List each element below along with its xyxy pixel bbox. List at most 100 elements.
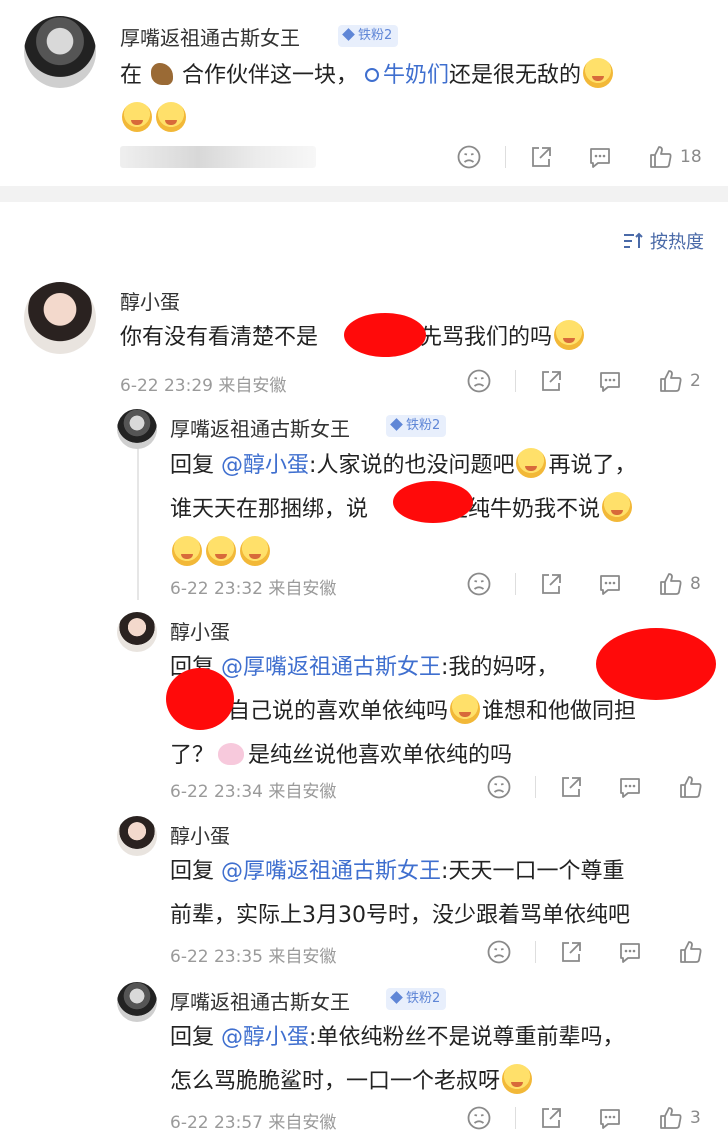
reply-dislike-button[interactable] — [466, 570, 492, 598]
comment-reply-button[interactable] — [597, 367, 623, 395]
tongue-emoji-icon — [240, 536, 270, 566]
reply-text-part: 了？ — [170, 743, 215, 768]
reply-comment-button[interactable] — [617, 938, 643, 966]
comment-icon — [600, 1109, 620, 1129]
share-icon — [562, 942, 581, 962]
mention-link[interactable]: @醇小蛋 — [221, 453, 309, 478]
mention-link[interactable]: @醇小蛋 — [221, 1025, 309, 1050]
mention-link[interactable]: @厚嘴返祖通古斯女王 — [221, 655, 441, 680]
post-author-name[interactable]: 厚嘴返祖通古斯女王 — [120, 22, 300, 51]
reply-text-part: 自己说的喜欢单依纯吗 — [228, 699, 449, 724]
reply-text: 回复 @厚嘴返祖通古斯女王:天天一口一个尊重 前辈，实际上3月30号时，没少跟着… — [170, 850, 718, 938]
comment-like-button[interactable]: 2 — [658, 367, 701, 395]
crying-emoji-icon — [516, 448, 547, 478]
reply-meta: 6-22 23:32 来自安徽 — [170, 579, 337, 599]
reply-text-part: 是纯丝说他喜欢单依纯的吗 — [248, 743, 513, 768]
post-share-button[interactable] — [528, 143, 554, 171]
dislike-icon — [467, 369, 491, 393]
badge-diamond-icon — [342, 28, 355, 41]
badge-diamond-icon — [390, 418, 403, 431]
reply-text-part: :天天一口一个尊重 — [441, 859, 625, 884]
comment-text-part: 你有没有看清楚不是 — [120, 325, 319, 350]
reply-author-name[interactable]: 醇小蛋 — [170, 616, 230, 645]
post-author-avatar[interactable] — [24, 16, 96, 88]
reply-dislike-button[interactable] — [486, 773, 512, 801]
divider — [515, 573, 516, 595]
reply-text-part: :单依纯粉丝不是说尊重前辈吗， — [309, 1025, 625, 1050]
reply-dislike-button[interactable] — [486, 938, 512, 966]
reply-text: 回复 @醇小蛋:单依纯粉丝不是说尊重前辈吗， 怎么骂脆脆鲨时，一口一个老叔呀 — [170, 1016, 718, 1104]
reply-meta: 6-22 23:35 来自安徽 — [170, 947, 337, 967]
sort-by-hot-button[interactable]: 按热度 — [622, 228, 704, 254]
share-icon — [542, 371, 561, 391]
thread-line — [137, 448, 139, 600]
reply-author-name[interactable]: 醇小蛋 — [170, 820, 230, 849]
post-dislike-button[interactable] — [456, 143, 482, 171]
post-blurred-meta — [120, 146, 316, 168]
reply-meta: 6-22 23:34 来自安徽 — [170, 782, 337, 802]
post-comment-button[interactable] — [587, 143, 613, 171]
tongue-emoji-icon — [502, 1064, 533, 1094]
comment-icon — [590, 148, 610, 168]
dislike-icon — [487, 775, 511, 799]
reply-fan-badge[interactable]: 铁粉2 — [386, 415, 447, 437]
reply-like-button[interactable]: 3 — [658, 1104, 701, 1132]
pleading-emoji-icon — [156, 102, 186, 132]
post-card: 厚嘴返祖通古斯女王 铁粉2 在 合作伙伴这一块， 牛奶们还是很无敌的 18 — [0, 0, 728, 186]
like-icon — [680, 776, 702, 798]
like-icon — [680, 941, 702, 963]
reply-author-avatar[interactable] — [117, 409, 157, 449]
reply-author-avatar[interactable] — [117, 982, 157, 1022]
reply-comment-button[interactable] — [597, 1104, 623, 1132]
reply-comment-button[interactable] — [597, 570, 623, 598]
reply-prefix: 回复 — [170, 453, 215, 478]
share-icon — [532, 147, 551, 167]
redaction-mark — [344, 313, 426, 357]
reply-dislike-button[interactable] — [466, 1104, 492, 1132]
divider — [535, 776, 536, 798]
reply-text-part: :人家说的也没问题吧 — [309, 453, 515, 478]
reply-text-part: :我的妈呀， — [441, 655, 559, 680]
comment-author-avatar[interactable] — [24, 282, 96, 354]
redaction-mark — [393, 481, 473, 523]
post-like-button[interactable]: 18 — [648, 143, 702, 171]
reply-fan-badge[interactable]: 铁粉2 — [386, 988, 447, 1010]
dislike-icon — [467, 1106, 491, 1130]
reply-like-button[interactable] — [678, 938, 704, 966]
reply-like-button[interactable]: 8 — [658, 570, 701, 598]
dislike-icon — [457, 145, 481, 169]
reply-text-part: 谁想和他做同担 — [482, 699, 637, 724]
like-icon — [650, 146, 672, 168]
reply-author-avatar[interactable] — [117, 816, 157, 856]
badge-label: 铁粉2 — [406, 418, 441, 433]
reply-author-name[interactable]: 厚嘴返祖通古斯女王 — [170, 413, 350, 442]
tears-of-joy-emoji-icon — [450, 694, 481, 724]
crying-emoji-icon — [602, 492, 633, 522]
reply-author-avatar[interactable] — [117, 612, 157, 652]
badge-diamond-icon — [390, 991, 403, 1004]
topic-link[interactable]: 牛奶们 — [365, 63, 449, 88]
comment-author-name[interactable]: 醇小蛋 — [120, 286, 180, 315]
reply-meta: 6-22 23:57 来自安徽 — [170, 1113, 337, 1133]
mention-link[interactable]: @厚嘴返祖通古斯女王 — [221, 859, 441, 884]
reply-share-button[interactable] — [538, 570, 564, 598]
comment-dislike-button[interactable] — [466, 367, 492, 395]
reply-share-button[interactable] — [558, 773, 584, 801]
comment-share-button[interactable] — [538, 367, 564, 395]
post-text-suffix: 还是很无敌的 — [449, 63, 582, 88]
tears-of-joy-emoji-icon — [554, 320, 585, 350]
comment-icon — [600, 372, 620, 392]
reply-comment-button[interactable] — [617, 773, 643, 801]
reply-author-name[interactable]: 厚嘴返祖通古斯女王 — [170, 986, 350, 1015]
reply-share-button[interactable] — [558, 938, 584, 966]
reply-share-button[interactable] — [538, 1104, 564, 1132]
post-fan-badge[interactable]: 铁粉2 — [338, 25, 399, 47]
divider — [515, 370, 516, 392]
like-icon — [660, 370, 682, 392]
reply-like-button[interactable] — [678, 773, 704, 801]
dislike-icon — [467, 572, 491, 596]
reply-like-count: 3 — [690, 1108, 701, 1128]
reply-text-part: 前辈，实际上3月30号时，没少跟着骂单依纯吧 — [170, 903, 630, 928]
badge-label: 铁粉2 — [358, 28, 393, 43]
reply-text-part: 怎么骂脆脆鲨时，一口一个老叔呀 — [170, 1069, 501, 1094]
